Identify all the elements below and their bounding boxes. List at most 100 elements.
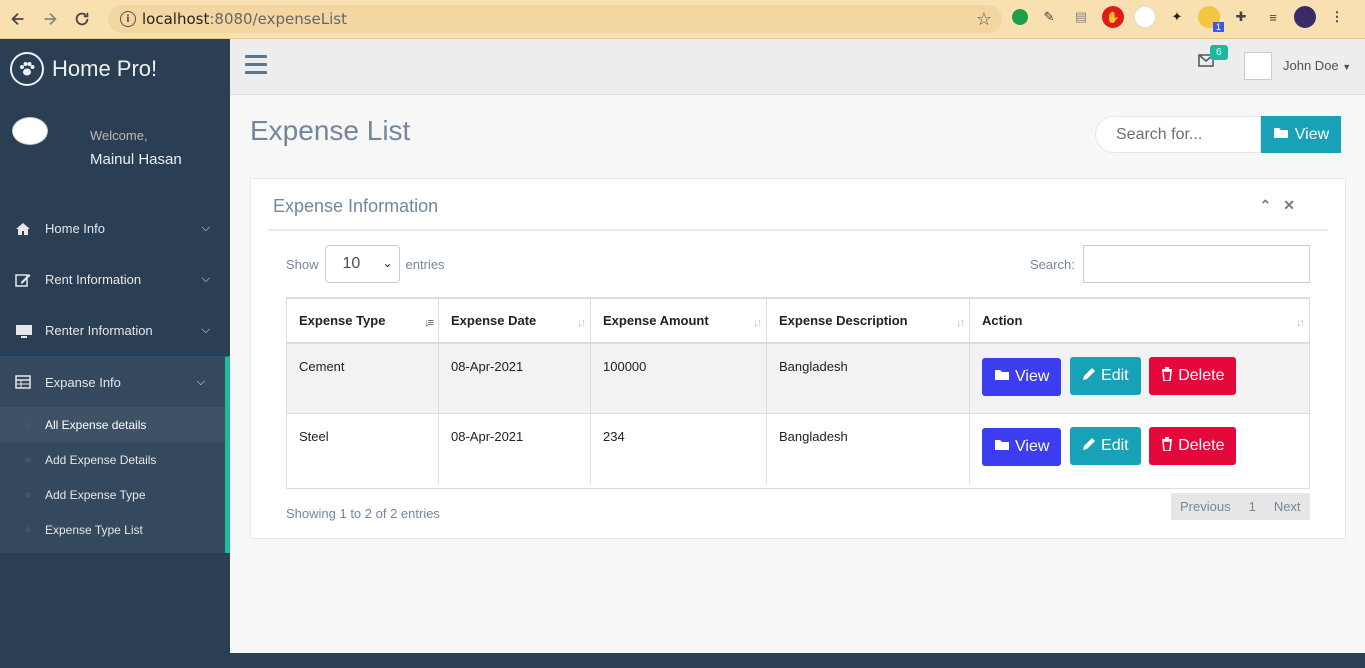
entries-value: 10 <box>342 255 361 272</box>
delete-label: Delete <box>1178 437 1225 454</box>
home-icon <box>15 222 35 236</box>
trash-icon <box>1161 366 1173 386</box>
back-icon[interactable] <box>4 5 32 33</box>
cell-actions: View Edit Delete <box>970 344 1309 414</box>
header-label: Expense Date <box>451 313 537 328</box>
submenu-item-add-expense-details[interactable]: Add Expense Details <box>0 442 225 477</box>
next-page-button[interactable]: Next <box>1265 493 1310 520</box>
top-navbar: 6 John Doe ▼ <box>230 39 1365 95</box>
sort-icon: ↓↑ <box>577 317 586 329</box>
sidebar-item-renter-information[interactable]: Renter Information ⌵ <box>0 305 230 356</box>
expense-table: Expense Type ↓≡ Expense Date ↓↑ Expense Am… <box>286 297 1310 489</box>
sidebar-item-expanse-info[interactable]: Expanse Info ⌵ <box>0 356 230 407</box>
sidebar-item-home-info[interactable]: Home Info ⌵ <box>0 203 230 254</box>
cell-expense-type: Steel <box>287 414 439 484</box>
reading-list-icon[interactable]: ≡ <box>1262 6 1284 28</box>
menu-dots-icon[interactable]: ⋮ <box>1326 6 1348 28</box>
folder-icon <box>994 438 1010 456</box>
search-view-button[interactable]: View <box>1261 116 1341 153</box>
submenu-item-all-expense-details[interactable]: All Expense details <box>0 407 225 442</box>
page-1-button[interactable]: 1 <box>1240 493 1265 520</box>
pencil-icon <box>1082 367 1096 386</box>
table-search-label: Search: <box>1030 257 1075 272</box>
url-path: :8080/expenseList <box>209 10 347 28</box>
main-content: Expense List Search for... View Expense … <box>230 95 1365 653</box>
edit-label: Edit <box>1101 437 1129 454</box>
stop-extension-icon[interactable]: ✋ <box>1102 6 1124 28</box>
edit-button[interactable]: Edit <box>1070 427 1141 465</box>
sidebar-item-rent-information[interactable]: Rent Information ⌵ <box>0 254 230 305</box>
submenu-item-add-expense-type[interactable]: Add Expense Type <box>0 477 225 512</box>
puzzle-icon[interactable]: ✚ <box>1230 6 1252 28</box>
extension-badge: 1 <box>1212 22 1224 32</box>
header-label: Action <box>982 313 1023 328</box>
user-avatar[interactable] <box>1244 52 1272 80</box>
table-search-input[interactable] <box>1083 245 1310 283</box>
notebook-extension-icon[interactable]: ▤ <box>1070 6 1092 28</box>
cell-expense-date: 08-Apr-2021 <box>439 414 591 484</box>
entries-select[interactable]: 10 ⌄ <box>324 245 400 283</box>
column-header-expense-amount[interactable]: Expense Amount ↓↑ <box>591 298 767 344</box>
column-header-expense-date[interactable]: Expense Date ↓↑ <box>439 298 591 344</box>
table-header-row: Expense Type ↓≡ Expense Date ↓↑ Expense Am… <box>287 298 1309 344</box>
panel-title: Expense Information <box>273 196 439 216</box>
eyedropper-icon[interactable]: ✎ <box>1038 6 1060 28</box>
expense-panel: Expense Information ⌃ ✕ Show 10 ⌄ entrie… <box>250 178 1346 539</box>
reload-icon[interactable] <box>68 5 96 33</box>
table-row: Steel 08-Apr-2021 234 Bangladesh View Ed… <box>287 414 1309 484</box>
badge-extension-icon[interactable]: 1 <box>1198 6 1224 32</box>
chevron-down-icon: ⌵ <box>201 222 210 234</box>
chevron-down-icon: ⌵ <box>196 375 205 388</box>
profile-picture <box>12 117 48 145</box>
close-icon[interactable]: ✕ <box>1283 197 1295 214</box>
column-header-action[interactable]: Action ↓↑ <box>970 298 1309 344</box>
table-icon <box>15 375 35 389</box>
delete-button[interactable]: Delete <box>1149 357 1237 395</box>
sidebar-item-label: Renter Information <box>45 323 153 338</box>
white-circle-extension-icon[interactable] <box>1134 6 1156 28</box>
profile-username: Mainul Hasan <box>90 151 182 168</box>
menu-toggle-icon[interactable] <box>245 55 267 77</box>
welcome-text: Welcome, <box>90 128 148 143</box>
header-label: Expense Description <box>779 313 908 328</box>
delete-label: Delete <box>1178 367 1225 384</box>
column-header-expense-description[interactable]: Expense Description ↓↑ <box>767 298 970 344</box>
search-input[interactable]: Search for... <box>1095 116 1261 153</box>
green-extension-icon[interactable] <box>1012 9 1028 25</box>
desktop-icon <box>15 324 35 338</box>
edit-icon <box>15 273 35 287</box>
forward-icon[interactable] <box>36 5 64 33</box>
view-button[interactable]: View <box>982 427 1062 466</box>
cell-expense-description: Bangladesh <box>767 414 970 484</box>
side-menu: Home Info ⌵ Rent Information ⌵ Renter In… <box>0 203 230 553</box>
mail-count-badge: 6 <box>1210 45 1228 60</box>
column-header-expense-type[interactable]: Expense Type ↓≡ <box>287 298 439 344</box>
sort-icon: ↓↑ <box>753 317 762 329</box>
github-icon[interactable]: ✦ <box>1166 6 1188 28</box>
cell-actions: View Edit Delete <box>970 414 1309 484</box>
edit-button[interactable]: Edit <box>1070 357 1141 395</box>
user-menu[interactable]: John Doe ▼ <box>1283 58 1351 73</box>
panel-divider <box>268 229 1328 231</box>
sidebar-item-label: Home Info <box>45 221 105 236</box>
show-label: Show <box>286 256 319 272</box>
pencil-icon <box>1082 437 1096 456</box>
chevron-up-icon[interactable]: ⌃ <box>1260 197 1272 214</box>
profile-avatar[interactable] <box>1294 6 1316 28</box>
submenu-item-expense-type-list[interactable]: Expense Type List <box>0 512 225 547</box>
address-bar[interactable]: i localhost:8080/expenseList ☆ <box>108 5 1002 33</box>
profile: Welcome, Mainul Hasan <box>0 99 230 175</box>
brand[interactable]: Home Pro! <box>0 39 230 99</box>
delete-button[interactable]: Delete <box>1149 427 1237 465</box>
footer-strip <box>230 653 1365 668</box>
info-icon[interactable]: i <box>120 11 136 27</box>
view-label: View <box>1015 367 1050 385</box>
user-name: John Doe <box>1283 58 1339 73</box>
entries-control: Show 10 ⌄ entries <box>286 245 445 283</box>
sidebar-item-label: Expanse Info <box>45 374 121 390</box>
bookmark-star-icon[interactable]: ☆ <box>976 9 992 30</box>
page-title: Expense List <box>250 115 411 146</box>
sidebar: Home Pro! Welcome, Mainul Hasan Home Inf… <box>0 39 230 668</box>
previous-page-button[interactable]: Previous <box>1171 493 1240 520</box>
view-button[interactable]: View <box>982 357 1062 396</box>
